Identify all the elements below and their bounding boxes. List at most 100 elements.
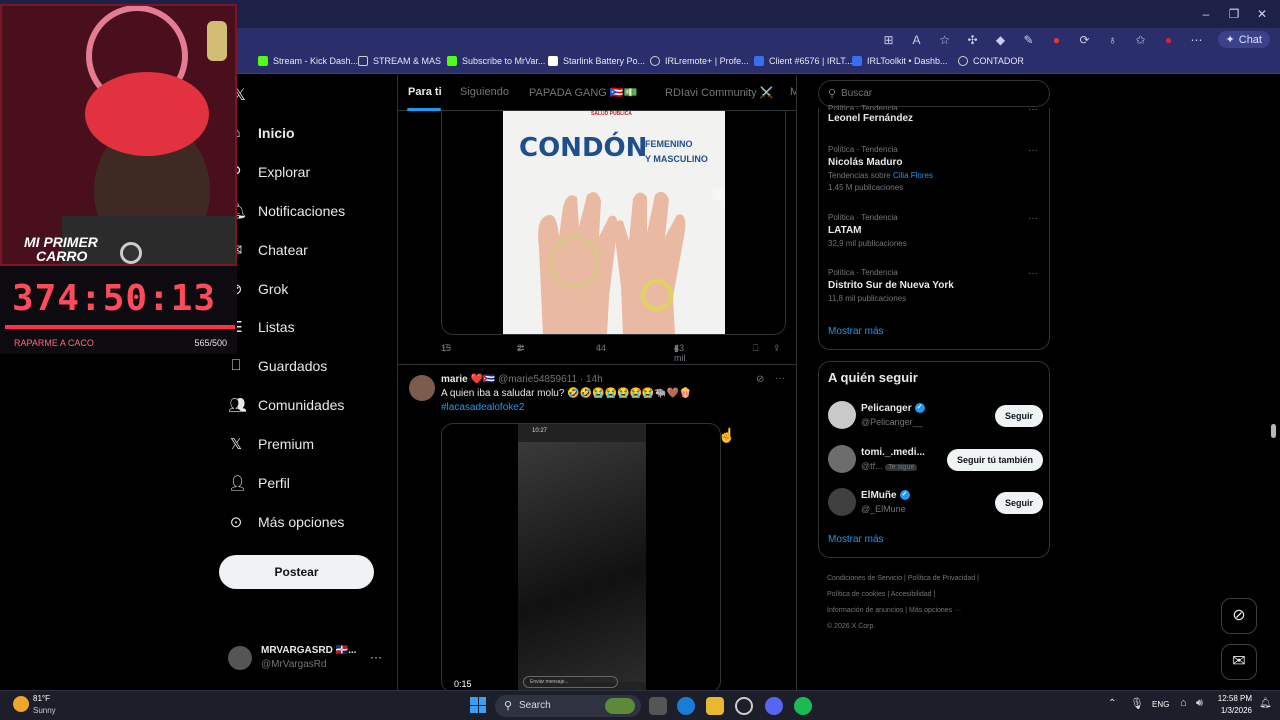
search-input[interactable]: Buscar xyxy=(841,88,872,99)
favorites-icon[interactable]: ✩ xyxy=(1134,33,1148,47)
show-more-follows-link[interactable]: Mostrar más xyxy=(828,534,884,545)
extension-icon[interactable]: ✣ xyxy=(966,33,980,47)
taskbar-search[interactable]: ⚲ Search xyxy=(495,695,641,717)
more-icon[interactable]: ··· xyxy=(1028,145,1038,156)
bookmark-item[interactable]: CONTADOR xyxy=(958,56,1024,66)
show-more-trends-link[interactable]: Mostrar más xyxy=(828,326,884,337)
sidebar-item-mas-opciones[interactable]: ⊙ Más opciones xyxy=(228,513,345,531)
search-box[interactable]: ⚲ Buscar xyxy=(818,80,1050,107)
language-indicator[interactable]: ENG xyxy=(1152,700,1169,709)
extension-icon[interactable]: ✎ xyxy=(1022,33,1036,47)
extension-icon[interactable]: ● xyxy=(1050,33,1064,47)
trend-item[interactable]: Política · Tendencia Leonel Fernández ··… xyxy=(828,104,1048,124)
bookmark-item[interactable]: IRLremote+ | Profe... xyxy=(650,56,749,66)
notification-icon[interactable]: 🔔︎ xyxy=(1259,698,1272,709)
tab-more[interactable]: M xyxy=(790,86,796,98)
trend-item[interactable]: Política · Tendencia Distrito Sur de Nue… xyxy=(828,268,1048,303)
weather-temp[interactable]: 81°F xyxy=(33,694,50,703)
minimize-icon[interactable]: – xyxy=(1196,5,1216,23)
close-icon[interactable]: ✕ xyxy=(1252,5,1272,23)
profile-avatar-icon[interactable]: ● xyxy=(1162,33,1176,47)
messages-fab-icon[interactable]: ✉ xyxy=(1221,644,1257,680)
clock-time[interactable]: 12:58 PM xyxy=(1216,694,1252,703)
extension-icon[interactable]: ⟳ xyxy=(1078,33,1092,47)
trend-item[interactable]: Política · Tendencia LATAM 32,9 mil publ… xyxy=(828,213,1048,248)
maximize-icon[interactable]: ❐ xyxy=(1224,5,1244,23)
tab-papada-gang[interactable]: PAPADA GANG 🇵🇷💵 xyxy=(529,86,637,99)
chat-button[interactable]: ✦ Chat xyxy=(1217,31,1270,48)
avatar[interactable] xyxy=(828,488,856,516)
avatar[interactable] xyxy=(828,401,856,429)
favorite-star-icon[interactable]: ☆ xyxy=(938,33,952,47)
network-icon[interactable]: ⌂ xyxy=(1180,697,1187,709)
clock-date[interactable]: 1/3/2026 xyxy=(1216,706,1252,715)
more-icon[interactable]: ⋯ xyxy=(1190,33,1204,47)
edge-icon[interactable] xyxy=(677,697,695,715)
timeline[interactable]: Para ti Siguiendo PAPADA GANG 🇵🇷💵 RDIavi… xyxy=(397,75,797,690)
read-aloud-icon[interactable]: A xyxy=(910,33,924,47)
weather-desc[interactable]: Sunny xyxy=(33,706,56,715)
start-icon[interactable] xyxy=(470,697,486,713)
follow-back-button[interactable]: Seguir tú también xyxy=(946,449,1043,471)
discord-icon[interactable] xyxy=(765,697,783,715)
bookmark-item[interactable]: IRLToolkit • Dashb... xyxy=(852,56,948,66)
follow-suggestion[interactable]: ElMuñe ✓ @_ElMune Seguir xyxy=(828,488,1043,518)
sidebar-item-guardados[interactable]: ⎕ Guardados xyxy=(228,357,327,374)
bookmark-item[interactable]: Client #6576 | IRLT... xyxy=(754,56,852,66)
bookmark-item[interactable]: STREAM & MAS xyxy=(358,56,441,66)
sidebar-item-explorar[interactable]: ⚲Explorar xyxy=(228,163,311,181)
footer-link[interactable]: Política de Privacidad xyxy=(908,575,975,582)
sidebar-item-comunidades[interactable]: 👥︎ Comunidades xyxy=(228,396,344,414)
footer-link[interactable]: Condiciones de Servicio xyxy=(827,575,902,582)
task-view-icon[interactable] xyxy=(649,697,667,715)
trend-item[interactable]: Política · Tendencia Nicolás Maduro Tend… xyxy=(828,145,1048,192)
follow-suggestion[interactable]: tomi._.medi... @tf... Te sigue Seguir tú… xyxy=(828,445,1043,475)
sidebar-item-listas[interactable]: ☰Listas xyxy=(228,318,294,336)
bookmark-item[interactable]: Starlink Battery Po... xyxy=(548,56,645,66)
sidebar-item-chatear[interactable]: ✉Chatear xyxy=(228,241,308,259)
bookmark-item[interactable]: Stream - Kick Dash... xyxy=(258,56,358,66)
follow-button[interactable]: Seguir xyxy=(994,492,1043,514)
volume-icon[interactable]: 🔊︎ xyxy=(1196,697,1203,710)
sidebar-item-premium[interactable]: 𝕏 Premium xyxy=(228,435,314,453)
tweet-video[interactable]: 10:27 Enviar mensaje... 0:15 xyxy=(441,423,721,690)
follow-button[interactable]: Seguir xyxy=(994,405,1043,427)
tab-para-ti[interactable]: Para ti xyxy=(408,86,442,98)
more-icon[interactable]: ··· xyxy=(370,650,382,664)
extension-icon[interactable]: ♁ xyxy=(1106,33,1120,47)
obs-icon[interactable] xyxy=(735,697,753,715)
hashtag-link[interactable]: #lacasadealofoke2 xyxy=(441,402,524,413)
scrollbar-thumb[interactable] xyxy=(1271,424,1276,438)
trend-related-link[interactable]: Cilia Flores xyxy=(893,171,933,180)
microphone-icon[interactable]: 🎙︎ xyxy=(1130,697,1144,710)
follow-suggestion[interactable]: Pelicanger ✓ @Pelicanger__ Seguir xyxy=(828,401,1043,431)
tweet-image[interactable]: SALUD PÚBLICA CONDÓN FEMENINO Y MASCULIN… xyxy=(441,111,786,335)
footer-link[interactable]: Política de cookies xyxy=(827,591,885,598)
author-handle[interactable]: @marie54859611 xyxy=(498,374,577,385)
more-icon[interactable]: ··· xyxy=(1028,213,1038,224)
sidebar-item-inicio[interactable]: ⌂Inicio xyxy=(228,124,294,141)
apps-icon[interactable]: ⊞ xyxy=(882,33,896,47)
extension-icon[interactable]: ◆ xyxy=(994,33,1008,47)
more-icon[interactable]: ··· xyxy=(775,373,785,384)
tab-rdiavi-community[interactable]: RDIavi Community ⚔️ xyxy=(665,86,773,99)
footer-link[interactable]: Información de anuncios xyxy=(827,607,903,614)
grok-fab-icon[interactable]: ⊘ xyxy=(1221,598,1257,634)
footer-link[interactable]: Accesibilidad xyxy=(891,591,932,598)
more-icon[interactable]: ··· xyxy=(1028,268,1038,279)
sidebar-item-perfil[interactable]: 👤︎ Perfil xyxy=(228,474,290,492)
account-switcher[interactable]: MRVARGASRD 🇩🇴... @MrVargasRd ··· xyxy=(228,642,388,674)
footer-link[interactable]: Más opciones ··· xyxy=(909,607,961,614)
post-button[interactable]: Postear xyxy=(219,555,374,589)
tweet[interactable]: marie ❤️🇨🇺 @marie54859611 · 14h ⊘ ··· A … xyxy=(398,365,796,690)
file-explorer-icon[interactable] xyxy=(706,697,724,715)
tray-chevron-icon[interactable]: ⌃ xyxy=(1108,698,1116,709)
bookmark-item[interactable]: Subscribe to MrVar... xyxy=(447,56,545,66)
sidebar-item-grok[interactable]: ⊘Grok xyxy=(228,280,289,298)
avatar[interactable] xyxy=(828,445,856,473)
spotify-icon[interactable] xyxy=(794,697,812,715)
tab-siguiendo[interactable]: Siguiendo xyxy=(460,86,509,98)
carousel-next-icon[interactable]: › xyxy=(711,187,725,201)
avatar[interactable] xyxy=(409,375,435,401)
sidebar-item-notificaciones[interactable]: 🔔︎ Notificaciones xyxy=(228,202,345,220)
